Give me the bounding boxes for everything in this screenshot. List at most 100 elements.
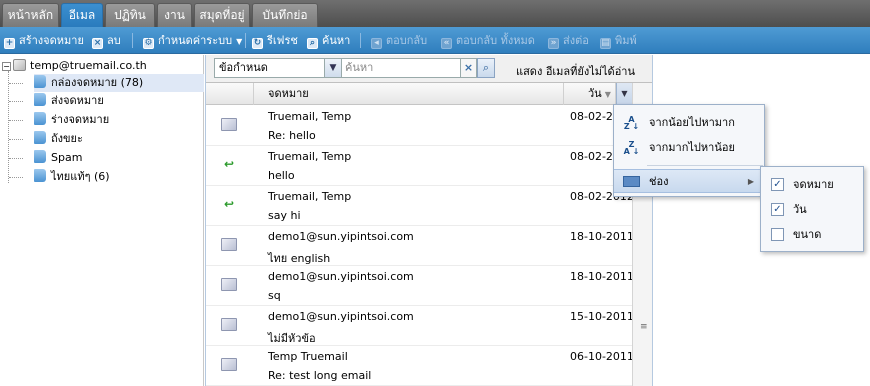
grid-header: จดหมาย วัน ▼ ▼ bbox=[206, 83, 632, 105]
message-subject: Re: test long email bbox=[268, 369, 372, 382]
forward-button[interactable]: » ส่งต่อ bbox=[548, 31, 589, 50]
tree-guide-line bbox=[9, 101, 23, 102]
refresh-icon: ↻ bbox=[252, 38, 263, 49]
tab-address-book[interactable]: สมุดที่อยู่ bbox=[194, 3, 250, 27]
tree-guide-line bbox=[8, 71, 9, 183]
print-label: พิมพ์ bbox=[615, 34, 637, 47]
chevron-down-icon[interactable]: ▼ bbox=[324, 59, 341, 77]
columns-icon bbox=[623, 176, 640, 187]
toolbar: + สร้างจดหมาย × ลบ ⚙ กำหนดค่าระบบ ▼ ↻ รีเฟรช … bbox=[0, 27, 870, 54]
sort-descending-item[interactable]: ZA ↓ จากมากไปหาน้อย bbox=[614, 136, 764, 160]
reply-all-button[interactable]: « ตอบกลับ ทั้งหมด bbox=[441, 31, 535, 50]
folder-sent[interactable]: ส่งจดหมาย bbox=[34, 92, 104, 110]
folder-label: กล่องจดหมาย (78) bbox=[51, 76, 144, 89]
folder-drafts[interactable]: ร่างจดหมาย bbox=[34, 111, 109, 129]
header-date-label: วัน bbox=[588, 87, 602, 100]
settings-button[interactable]: ⚙ กำหนดค่าระบบ ▼ bbox=[143, 31, 242, 50]
message-date: 18-10-2011 bbox=[570, 270, 632, 283]
checkbox-unchecked-icon[interactable] bbox=[771, 228, 784, 241]
folder-trash[interactable]: ถังขยะ bbox=[34, 130, 83, 148]
tab-tasks[interactable]: งาน bbox=[157, 3, 192, 27]
collapse-icon[interactable]: − bbox=[2, 62, 11, 71]
refresh-button[interactable]: ↻ รีเฟรช bbox=[252, 31, 298, 50]
replied-icon: ↩ bbox=[223, 197, 235, 211]
print-button[interactable]: ▤ พิมพ์ bbox=[600, 31, 637, 50]
column-toggle-size[interactable]: ขนาด bbox=[761, 223, 863, 247]
delete-icon: × bbox=[92, 38, 103, 49]
tree-guide-line bbox=[9, 158, 23, 159]
column-toggle-mail[interactable]: ✓ จดหมาย bbox=[761, 173, 863, 197]
settings-label: กำหนดค่าระบบ bbox=[158, 34, 233, 47]
header-mail-column[interactable]: จดหมาย bbox=[254, 83, 564, 105]
filter-field-select[interactable]: ข้อกำหนด ▼ bbox=[214, 58, 342, 78]
search-icon: ⌕ bbox=[307, 38, 318, 49]
header-date-column[interactable]: วัน ▼ bbox=[564, 83, 616, 105]
folder-custom[interactable]: ไทยแท้ๆ (6) bbox=[34, 168, 110, 186]
columns-submenu: ✓ จดหมาย ✓ วัน ขนาด bbox=[760, 166, 864, 252]
tab-home[interactable]: หน้าหลัก bbox=[2, 3, 59, 27]
checkbox-checked-icon[interactable]: ✓ bbox=[771, 203, 784, 216]
message-date: 18-10-2011 bbox=[570, 230, 632, 243]
folder-icon bbox=[34, 169, 46, 182]
tree-account[interactable]: − temp@truemail.co.th bbox=[2, 57, 147, 75]
envelope-icon bbox=[221, 278, 237, 291]
menu-divider bbox=[647, 165, 763, 166]
toolbar-divider bbox=[360, 33, 361, 48]
column-toggle-label: จดหมาย bbox=[793, 178, 834, 191]
compose-button[interactable]: + สร้างจดหมาย bbox=[4, 31, 84, 50]
search-button[interactable]: ⌕ ค้นหา bbox=[307, 31, 350, 50]
message-from: demo1@sun.yipintsoi.com bbox=[268, 270, 414, 283]
delete-button[interactable]: × ลบ bbox=[92, 31, 121, 50]
header-icon-column[interactable] bbox=[206, 83, 254, 105]
clear-search-icon[interactable]: × bbox=[460, 58, 477, 78]
message-subject: hello bbox=[268, 169, 295, 182]
sort-az-icon: AZ ↓ bbox=[623, 115, 640, 131]
forward-icon: » bbox=[548, 38, 559, 49]
search-icon[interactable]: ⌕ bbox=[477, 58, 495, 78]
folder-tree: − temp@truemail.co.th กล่องจดหมาย (78) ส่… bbox=[0, 55, 204, 386]
tree-guide-line bbox=[9, 177, 23, 178]
folder-icon bbox=[34, 75, 46, 88]
checkbox-checked-icon[interactable]: ✓ bbox=[771, 178, 784, 191]
folder-spam[interactable]: Spam bbox=[34, 149, 82, 167]
folder-inbox[interactable]: กล่องจดหมาย (78) bbox=[34, 74, 204, 92]
column-toggle-date[interactable]: ✓ วัน bbox=[761, 198, 863, 222]
add-icon: + bbox=[4, 38, 15, 49]
columns-item[interactable]: ช่อง ▶ bbox=[614, 169, 764, 193]
folder-label: ร่างจดหมาย bbox=[51, 113, 110, 126]
message-from: demo1@sun.yipintsoi.com bbox=[268, 230, 414, 243]
forward-label: ส่งต่อ bbox=[563, 34, 589, 47]
sort-desc-icon: ▼ bbox=[604, 90, 611, 99]
show-unread-link[interactable]: แสดง อีเมลที่ยังไม่ได้อ่าน bbox=[516, 62, 635, 80]
refresh-label: รีเฟรช bbox=[267, 34, 298, 47]
column-menu-trigger[interactable]: ▼ bbox=[616, 83, 632, 105]
search-label: ค้นหา bbox=[322, 34, 351, 47]
account-label: temp@truemail.co.th bbox=[30, 59, 147, 72]
message-subject: ไม่มีหัวข้อ bbox=[268, 332, 316, 345]
folder-icon bbox=[34, 131, 46, 144]
message-from: Truemail, Temp bbox=[268, 190, 352, 203]
tree-guide-line bbox=[9, 120, 23, 121]
filter-field-value: ข้อกำหนด bbox=[219, 61, 268, 74]
menu-label: จากมากไปหาน้อย bbox=[649, 141, 735, 154]
sort-ascending-item[interactable]: AZ ↓ จากน้อยไปหามาก bbox=[614, 111, 764, 135]
folder-label: ไทยแท้ๆ (6) bbox=[51, 170, 110, 183]
toolbar-divider bbox=[245, 33, 246, 48]
envelope-icon bbox=[221, 118, 237, 131]
folder-label: ส่งจดหมาย bbox=[51, 94, 104, 107]
tab-bar: หน้าหลัก อีเมล ปฏิทิน งาน สมุดที่อยู่ บั… bbox=[0, 0, 870, 27]
tab-calendar[interactable]: ปฏิทิน bbox=[105, 3, 155, 27]
search-input[interactable]: ค้นหา bbox=[341, 58, 461, 78]
reply-all-label: ตอบกลับ ทั้งหมด bbox=[456, 34, 535, 47]
column-toggle-label: ขนาด bbox=[793, 228, 822, 241]
folder-icon bbox=[34, 112, 46, 125]
message-subject: ไทย english bbox=[268, 252, 331, 265]
tab-notes[interactable]: บันทึกย่อ bbox=[252, 3, 318, 27]
message-date: 15-10-2011 bbox=[570, 310, 632, 323]
account-icon bbox=[13, 59, 26, 71]
reply-button[interactable]: ◂ ตอบกลับ bbox=[371, 31, 427, 50]
reply-icon: ◂ bbox=[371, 38, 382, 49]
folder-label: Spam bbox=[51, 151, 83, 164]
tree-guide-line bbox=[9, 139, 23, 140]
tab-email[interactable]: อีเมล bbox=[61, 3, 103, 27]
